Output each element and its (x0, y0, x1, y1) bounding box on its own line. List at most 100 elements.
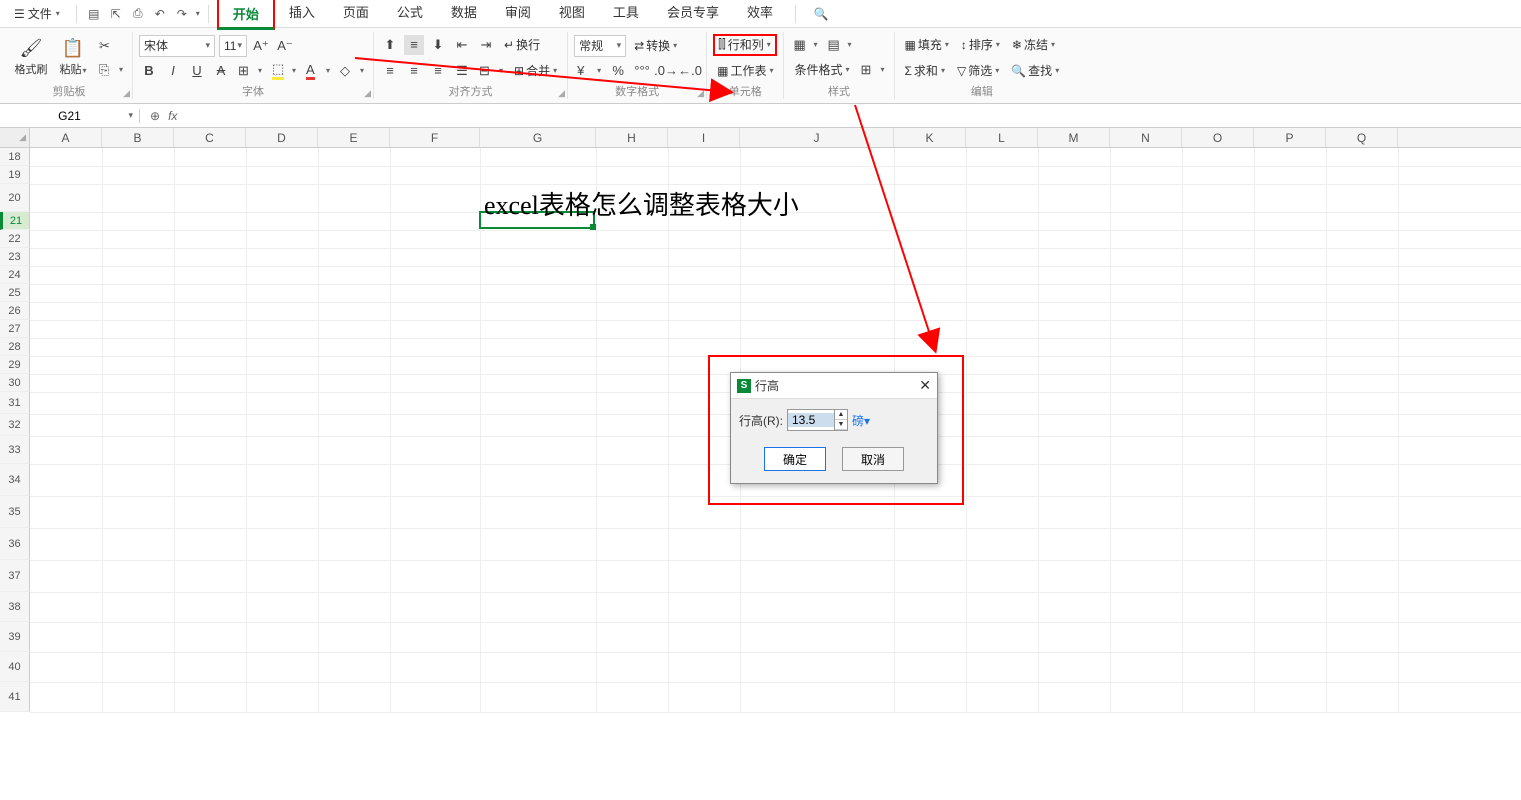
cond-format-button[interactable]: 条件格式▾ (790, 59, 853, 81)
col-header-Q[interactable]: Q (1326, 128, 1398, 147)
tab-效率[interactable]: 效率 (733, 0, 787, 30)
col-header-O[interactable]: O (1182, 128, 1254, 147)
row-header-33[interactable]: 33 (0, 436, 30, 464)
fx-icon[interactable]: fx (168, 109, 177, 123)
copy-button[interactable]: ⎘▾ (96, 60, 126, 80)
chevron-down-icon[interactable]: ▾ (128, 110, 133, 121)
print-icon[interactable]: ⎙ (129, 5, 147, 23)
row-header-29[interactable]: 29 (0, 356, 30, 374)
row-header-32[interactable]: 32 (0, 414, 30, 436)
cell-style-button[interactable]: ▦▾ (790, 35, 820, 55)
row-header-39[interactable]: 39 (0, 622, 30, 652)
align-left-button[interactable]: ≡ (380, 61, 400, 81)
row-header-19[interactable]: 19 (0, 166, 30, 184)
col-header-B[interactable]: B (102, 128, 174, 147)
format-brush-button[interactable]: 🖌格式刷 (12, 38, 50, 77)
fill-button[interactable]: ▦ 填充▾ (901, 34, 953, 56)
select-all-corner[interactable]: ◢ (0, 128, 30, 147)
italic-button[interactable]: I (163, 61, 183, 81)
filter-button[interactable]: ▽ 筛选▾ (953, 60, 1003, 82)
name-box-input[interactable] (20, 109, 120, 123)
clear-format-button[interactable]: ◇▾ (337, 61, 367, 81)
row-header-31[interactable]: 31 (0, 392, 30, 414)
align-center-button[interactable]: ≡ (404, 61, 424, 81)
row-header-22[interactable]: 22 (0, 230, 30, 248)
paste-button[interactable]: 📋粘贴▾ (54, 38, 92, 77)
tab-公式[interactable]: 公式 (383, 0, 437, 30)
comma-button[interactable]: °°° (632, 61, 652, 81)
bold-button[interactable]: B (139, 61, 159, 81)
chevron-down-icon[interactable]: ▾ (196, 9, 200, 18)
merge-center-button[interactable]: ⊞合并▾ (510, 60, 561, 82)
find-button[interactable]: 🔍 查找▾ (1007, 60, 1063, 82)
cancel-formula-icon[interactable]: ⊕ (150, 109, 160, 123)
save-icon[interactable]: ▤ (85, 5, 103, 23)
decrease-font-button[interactable]: A⁻ (275, 36, 295, 56)
freeze-button[interactable]: ❄ 冻结▾ (1008, 34, 1059, 56)
tab-工具[interactable]: 工具 (599, 0, 653, 30)
col-header-L[interactable]: L (966, 128, 1038, 147)
table-style-button[interactable]: ▤▾ (824, 35, 854, 55)
sort-button[interactable]: ↕ 排序▾ (957, 34, 1004, 56)
col-header-J[interactable]: J (740, 128, 894, 147)
col-header-I[interactable]: I (668, 128, 740, 147)
col-header-C[interactable]: C (174, 128, 246, 147)
row-header-38[interactable]: 38 (0, 592, 30, 622)
tab-会员专享[interactable]: 会员专享 (653, 0, 733, 30)
row-header-23[interactable]: 23 (0, 248, 30, 266)
row-header-24[interactable]: 24 (0, 266, 30, 284)
dialog-launcher[interactable]: ◢ (123, 88, 130, 99)
file-menu[interactable]: ☰ 文件 ▾ (6, 1, 68, 26)
col-header-G[interactable]: G (480, 128, 596, 147)
increase-indent-button[interactable]: ⇥ (476, 35, 496, 55)
justify-button[interactable]: ☰ (452, 61, 472, 81)
fill-color-button[interactable]: ⬚▾ (269, 61, 299, 81)
merge-cells-button[interactable]: ⊟▾ (476, 61, 506, 81)
row-header-25[interactable]: 25 (0, 284, 30, 302)
tab-视图[interactable]: 视图 (545, 0, 599, 30)
font-size-combo[interactable]: 11▾ (219, 35, 247, 57)
borders-button[interactable]: ⊞▾ (235, 61, 265, 81)
row-header-20[interactable]: 20 (0, 184, 30, 212)
align-top-button[interactable]: ⬆ (380, 35, 400, 55)
font-name-combo[interactable]: 宋体▾ (139, 35, 215, 57)
name-box[interactable]: ▾ (0, 109, 140, 123)
fill-handle[interactable] (590, 224, 596, 230)
decrease-decimal-button[interactable]: ←.0 (680, 61, 700, 81)
wrap-text-button[interactable]: ↵换行 (500, 34, 544, 56)
format-button[interactable]: ⊞▾ (858, 60, 888, 80)
row-header-18[interactable]: 18 (0, 148, 30, 166)
font-color-button[interactable]: A▾ (303, 61, 333, 81)
spin-down-icon[interactable]: ▼ (835, 420, 847, 430)
unit-dropdown[interactable]: 磅▾ (852, 412, 870, 429)
col-header-F[interactable]: F (390, 128, 480, 147)
convert-button[interactable]: ⇄转换▾ (630, 35, 681, 57)
decrease-indent-button[interactable]: ⇤ (452, 35, 472, 55)
cancel-button[interactable]: 取消 (842, 447, 904, 471)
row-height-spinner[interactable]: ▲ ▼ (787, 409, 848, 431)
increase-font-button[interactable]: A⁺ (251, 36, 271, 56)
spin-up-icon[interactable]: ▲ (835, 410, 847, 420)
share-icon[interactable]: ⇱ (107, 5, 125, 23)
row-header-34[interactable]: 34 (0, 464, 30, 496)
row-header-26[interactable]: 26 (0, 302, 30, 320)
tab-页面[interactable]: 页面 (329, 0, 383, 30)
row-header-40[interactable]: 40 (0, 652, 30, 682)
row-header-36[interactable]: 36 (0, 528, 30, 560)
row-header-30[interactable]: 30 (0, 374, 30, 392)
search-icon[interactable]: 🔍 (812, 5, 830, 23)
row-header-27[interactable]: 27 (0, 320, 30, 338)
tab-数据[interactable]: 数据 (437, 0, 491, 30)
redo-icon[interactable]: ↷ (173, 5, 191, 23)
align-right-button[interactable]: ≡ (428, 61, 448, 81)
row-header-37[interactable]: 37 (0, 560, 30, 592)
col-header-P[interactable]: P (1254, 128, 1326, 147)
close-icon[interactable]: ✕ (919, 377, 931, 394)
col-header-H[interactable]: H (596, 128, 668, 147)
increase-decimal-button[interactable]: .0→ (656, 61, 676, 81)
tab-开始[interactable]: 开始 (217, 0, 275, 30)
col-header-D[interactable]: D (246, 128, 318, 147)
percent-button[interactable]: % (608, 61, 628, 81)
row-header-28[interactable]: 28 (0, 338, 30, 356)
worksheet-button[interactable]: ▦工作表▾ (713, 60, 777, 82)
